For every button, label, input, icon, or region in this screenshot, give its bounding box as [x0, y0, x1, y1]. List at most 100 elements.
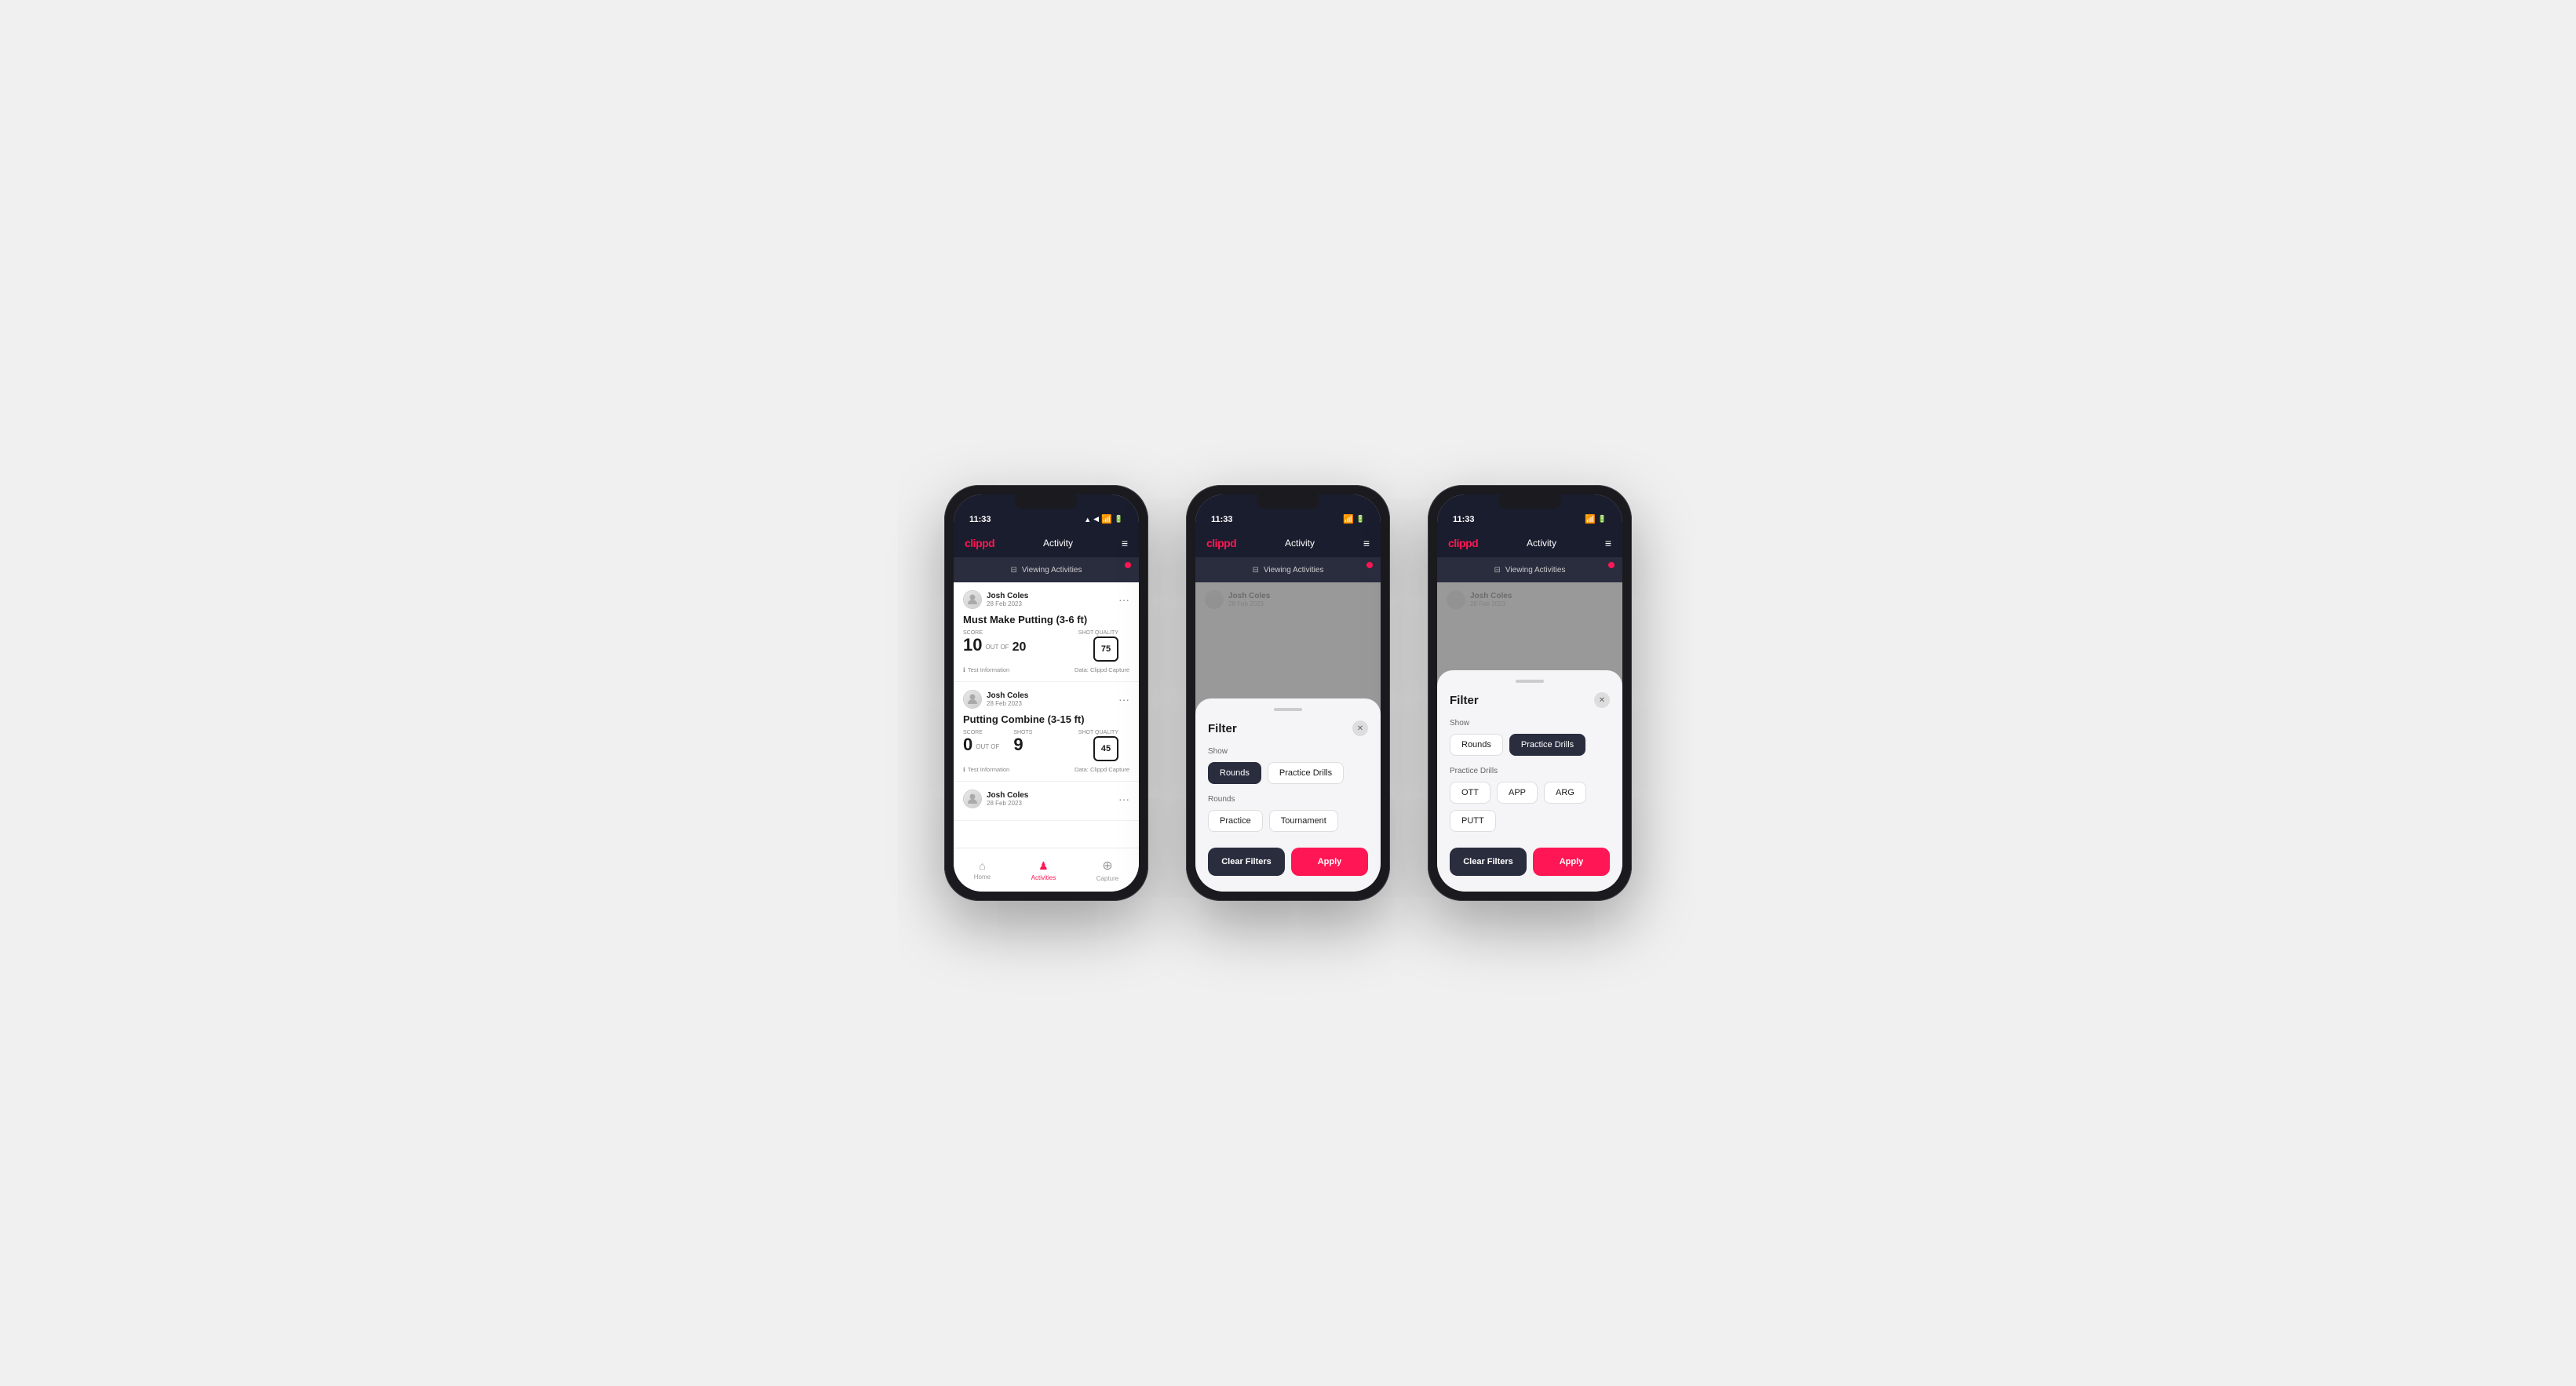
shot-quality-badge-2: 45	[1093, 736, 1118, 761]
apply-btn-3[interactable]: Apply	[1533, 848, 1610, 876]
score-value-1: 10	[963, 636, 982, 654]
footer-info-1: ℹ Test Information	[963, 666, 1009, 673]
user-info-3: Josh Coles 28 Feb 2023	[963, 790, 1028, 808]
notification-dot-3	[1608, 562, 1615, 568]
phone-2: 11:33 📶 🔋 clippd Activity ≡ ⊟ Viewing Ac…	[1186, 485, 1390, 901]
drills-section-3: Practice Drills OTT APP ARG PUTT	[1450, 767, 1610, 832]
filter-modal-3: Filter ✕ Show Rounds Practice Drills	[1437, 582, 1622, 892]
filter-sheet-3: Filter ✕ Show Rounds Practice Drills	[1437, 670, 1622, 892]
filter-modal-2: Filter ✕ Show Rounds Practice Drills	[1195, 582, 1381, 892]
practice-drills-btn-2[interactable]: Practice Drills	[1268, 762, 1344, 784]
tab-bar-1: ⌂ Home ♟ Activities ⊕ Capture	[954, 848, 1139, 892]
activity-card-1: Josh Coles 28 Feb 2023 ··· Must Make Put…	[954, 582, 1139, 682]
filter-icon-3: ⊟	[1494, 566, 1501, 574]
arg-btn[interactable]: ARG	[1544, 782, 1586, 804]
show-section-3: Show Rounds Practice Drills	[1450, 719, 1610, 756]
clear-filters-btn-3[interactable]: Clear Filters	[1450, 848, 1527, 876]
activity-card-3: Josh Coles 28 Feb 2023 ···	[954, 782, 1139, 821]
close-filter-3[interactable]: ✕	[1594, 692, 1610, 708]
filter-title-3: Filter	[1450, 694, 1479, 707]
close-filter-2[interactable]: ✕	[1352, 720, 1368, 736]
viewing-text-1: Viewing Activities	[1022, 566, 1082, 574]
notification-dot-2	[1366, 562, 1373, 568]
nav-title-1: Activity	[1043, 538, 1073, 549]
apply-btn-2[interactable]: Apply	[1291, 848, 1368, 876]
tab-capture[interactable]: ⊕ Capture	[1096, 858, 1118, 882]
capture-icon: ⊕	[1102, 858, 1112, 874]
phone-1: 11:33 ▲ ◀ 📶 🔋 clippd Activity ≡ ⊟ Viewin…	[944, 485, 1148, 901]
menu-icon-3[interactable]: ≡	[1605, 537, 1611, 549]
drills-label-3: Practice Drills	[1450, 767, 1610, 775]
avatar-1	[963, 590, 982, 609]
sheet-handle-2	[1274, 708, 1302, 711]
ott-btn[interactable]: OTT	[1450, 782, 1491, 804]
nav-title-2: Activity	[1285, 538, 1315, 549]
nav-title-3: Activity	[1527, 538, 1556, 549]
rounds-section-2: Rounds Practice Tournament	[1208, 795, 1368, 832]
more-options-2[interactable]: ···	[1118, 694, 1129, 705]
sheet-handle-3	[1516, 680, 1544, 683]
status-icons-1: ▲ ◀ 📶 🔋	[1084, 514, 1123, 524]
more-options-3[interactable]: ···	[1118, 793, 1129, 804]
phones-container: 11:33 ▲ ◀ 📶 🔋 clippd Activity ≡ ⊟ Viewin…	[944, 485, 1632, 901]
user-name-1: Josh Coles	[987, 592, 1028, 600]
filter-icon-2: ⊟	[1253, 566, 1259, 574]
status-time-1: 11:33	[969, 515, 991, 524]
stats-row-2: Score 0 OUT OF Shots 9 Shot Qua	[963, 730, 1129, 761]
activity-title-2: Putting Combine (3-15 ft)	[963, 713, 1129, 725]
activities-icon: ♟	[1038, 859, 1049, 873]
avatar-2	[963, 690, 982, 709]
tournament-btn-2[interactable]: Tournament	[1269, 810, 1338, 832]
practice-drills-btn-3[interactable]: Practice Drills	[1509, 734, 1585, 756]
filter-icon-1: ⊟	[1011, 566, 1017, 574]
tab-capture-label: Capture	[1096, 875, 1118, 882]
user-name-3: Josh Coles	[987, 791, 1028, 800]
shot-quality-badge-1: 75	[1093, 636, 1118, 662]
user-date-3: 28 Feb 2023	[987, 800, 1028, 807]
footer-data-2: Data: Clippd Capture	[1075, 766, 1129, 773]
viewing-banner-2[interactable]: ⊟ Viewing Activities	[1195, 557, 1381, 582]
shot-quality-label-1: Shot Quality	[1078, 630, 1118, 636]
tab-home[interactable]: ⌂ Home	[974, 859, 991, 881]
more-options-1[interactable]: ···	[1118, 594, 1129, 605]
app-logo-1: clippd	[965, 537, 994, 549]
activity-list-1: Josh Coles 28 Feb 2023 ··· Must Make Put…	[954, 582, 1139, 848]
viewing-banner-3[interactable]: ⊟ Viewing Activities	[1437, 557, 1622, 582]
user-info-1: Josh Coles 28 Feb 2023	[963, 590, 1028, 609]
practice-round-btn-2[interactable]: Practice	[1208, 810, 1263, 832]
viewing-text-2: Viewing Activities	[1264, 566, 1324, 574]
filter-title-2: Filter	[1208, 722, 1237, 735]
app-logo-2: clippd	[1206, 537, 1236, 549]
score-value-2: 0	[963, 736, 972, 753]
activity-card-2: Josh Coles 28 Feb 2023 ··· Putting Combi…	[954, 682, 1139, 782]
out-of-1: OUT OF	[985, 644, 1009, 654]
nav-bar-1: clippd Activity ≡	[954, 529, 1139, 557]
shots-value-2: 9	[1013, 736, 1032, 753]
status-icons-3: 📶 🔋	[1585, 514, 1607, 524]
stats-row-1: Score 10 OUT OF 20 Shot Quality 75	[963, 630, 1129, 662]
shot-quality-label-2: Shot Quality	[1078, 730, 1118, 735]
menu-icon-1[interactable]: ≡	[1122, 537, 1128, 549]
clear-filters-btn-2[interactable]: Clear Filters	[1208, 848, 1285, 876]
status-icons-2: 📶 🔋	[1343, 514, 1365, 524]
status-time-2: 11:33	[1211, 515, 1233, 524]
filter-actions-2: Clear Filters Apply	[1208, 848, 1368, 876]
show-label-2: Show	[1208, 747, 1368, 756]
tab-home-label: Home	[974, 874, 991, 881]
menu-icon-2[interactable]: ≡	[1363, 537, 1370, 549]
tab-activities-label: Activities	[1031, 874, 1056, 881]
nav-bar-3: clippd Activity ≡	[1437, 529, 1622, 557]
viewing-text-3: Viewing Activities	[1505, 566, 1566, 574]
out-of-value-1: 20	[1013, 641, 1027, 654]
tab-activities[interactable]: ♟ Activities	[1031, 859, 1056, 881]
putt-btn[interactable]: PUTT	[1450, 810, 1496, 832]
viewing-banner-1[interactable]: ⊟ Viewing Activities	[954, 557, 1139, 582]
footer-data-1: Data: Clippd Capture	[1075, 666, 1129, 673]
rounds-btn-2[interactable]: Rounds	[1208, 762, 1261, 784]
drill-buttons-3: OTT APP ARG PUTT	[1450, 782, 1610, 832]
phone-3: 11:33 📶 🔋 clippd Activity ≡ ⊟ Viewing Ac…	[1428, 485, 1632, 901]
show-buttons-3: Rounds Practice Drills	[1450, 734, 1610, 756]
rounds-btn-3[interactable]: Rounds	[1450, 734, 1503, 756]
app-btn[interactable]: APP	[1497, 782, 1538, 804]
dynamic-island-1	[1015, 493, 1078, 509]
